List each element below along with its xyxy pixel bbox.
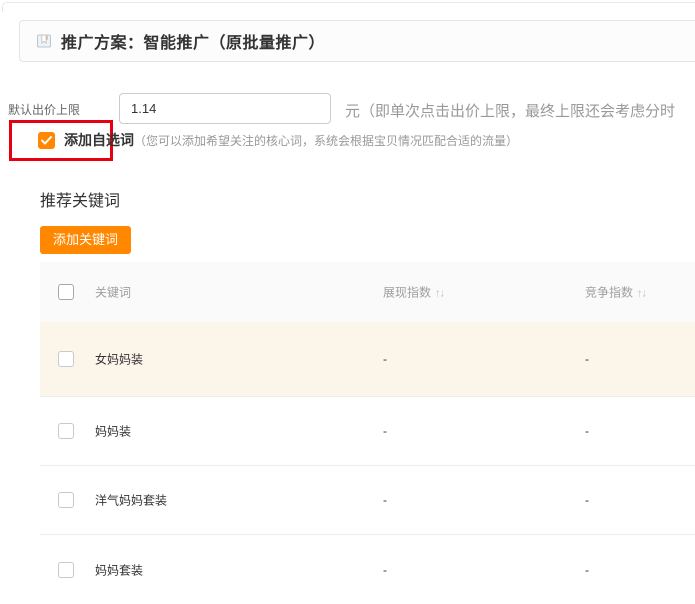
plan-title: 推广方案：智能推广（原批量推广） (61, 29, 325, 53)
add-custom-words-checkbox[interactable] (38, 132, 55, 149)
add-keywords-button[interactable]: 添加关键词 (40, 226, 131, 254)
check-icon (41, 136, 52, 145)
impression-index-cell: - (383, 424, 387, 438)
table-row[interactable]: 妈妈装 - - (40, 397, 695, 466)
keyword-cell: 妈妈套装 (95, 561, 143, 578)
custom-words-hint: （您可以添加希望关注的核心词，系统会根据宝贝情况匹配合适的流量） (134, 132, 518, 149)
competition-index-cell: - (585, 563, 589, 577)
competition-index-cell: - (585, 493, 589, 507)
custom-words-label: 添加自选词 (64, 130, 134, 150)
bid-cap-suffix-note: 元（即单次点击出价上限，最终上限还会考虑分时 (345, 100, 695, 121)
column-header-keyword: 关键词 (95, 284, 131, 301)
row-checkbox[interactable] (58, 562, 74, 578)
impression-index-cell: - (383, 352, 387, 366)
column-header-competition-index: 竞争指数↑↓ (585, 284, 646, 301)
row-checkbox[interactable] (58, 492, 74, 508)
table-row[interactable]: 洋气妈妈套装 - - (40, 466, 695, 535)
competition-index-cell: - (585, 424, 589, 438)
keyword-cell: 女妈妈装 (95, 351, 143, 368)
custom-words-row: 添加自选词 （您可以添加希望关注的核心词，系统会根据宝贝情况匹配合适的流量） (38, 131, 518, 149)
plan-header-card: 推广方案：智能推广（原批量推广） (19, 20, 695, 62)
bid-cap-input[interactable] (119, 93, 331, 124)
column-header-impression-index: 展现指数↑↓ (383, 284, 444, 301)
table-row[interactable]: 女妈妈装 - - (40, 322, 695, 397)
row-checkbox[interactable] (58, 423, 74, 439)
keywords-table: 关键词 展现指数↑↓ 竞争指数↑↓ 女妈妈装 - - 妈妈装 - - 洋气妈妈套… (40, 262, 695, 604)
keyword-cell: 妈妈装 (95, 423, 131, 440)
sort-icon[interactable]: ↑↓ (435, 288, 444, 300)
smart-promotion-settings-page: { "colors": { "accent_orange": "#ff8800"… (0, 0, 695, 603)
sort-icon[interactable]: ↑↓ (637, 288, 646, 300)
recommended-keywords-title: 推荐关键词 (40, 187, 120, 211)
panel-top-border (2, 2, 695, 12)
row-checkbox[interactable] (58, 351, 74, 367)
bid-cap-label: 默认出价上限 (8, 101, 80, 118)
keyword-cell: 洋气妈妈套装 (95, 492, 167, 509)
impression-index-cell: - (383, 493, 387, 507)
impression-index-cell: - (383, 563, 387, 577)
table-row[interactable]: 妈妈套装 - - (40, 535, 695, 604)
plan-bookmark-icon (36, 33, 52, 49)
table-header-row: 关键词 展现指数↑↓ 竞争指数↑↓ (40, 262, 695, 322)
select-all-checkbox[interactable] (58, 284, 74, 300)
competition-index-cell: - (585, 352, 589, 366)
